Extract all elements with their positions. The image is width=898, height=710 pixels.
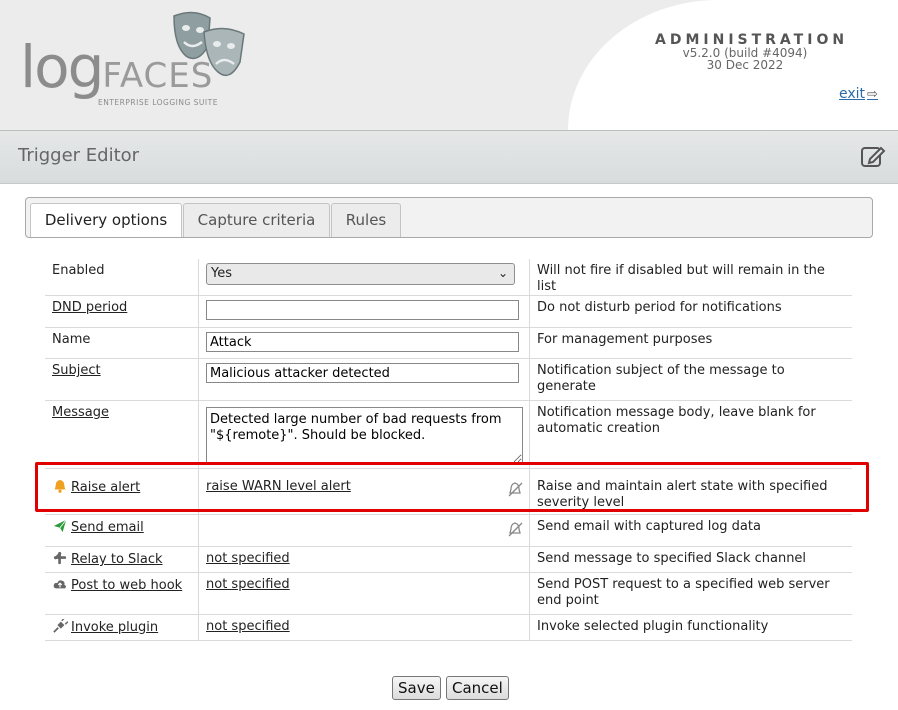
relay-slack-value-link[interactable]: not specified xyxy=(206,551,290,566)
slack-icon xyxy=(53,551,67,565)
exit-link[interactable]: exit ⇨ xyxy=(839,86,878,102)
row-invoke-plugin: Invoke plugin not specified Invoke selec… xyxy=(45,614,852,641)
dnd-period-help: Do not disturb period for notifications xyxy=(537,300,782,315)
row-message: Message Detected large number of bad req… xyxy=(45,400,852,469)
web-hook-link[interactable]: Post to web hook xyxy=(52,578,182,593)
tab-capture-criteria[interactable]: Capture criteria xyxy=(183,203,330,237)
row-relay-slack: Relay to Slack not specified Send messag… xyxy=(45,546,852,573)
message-link[interactable]: Message xyxy=(52,405,109,420)
row-send-email: Send email Send email with captured log … xyxy=(45,514,852,547)
logo-faces-text: FACES xyxy=(102,56,214,96)
row-subject: Subject Notification subject of the mess… xyxy=(45,358,852,401)
cloud-upload-icon xyxy=(53,580,66,589)
dnd-period-input[interactable] xyxy=(206,300,519,320)
raise-alert-help: Raise and maintain alert state with spec… xyxy=(537,479,828,510)
send-email-help: Send email with captured log data xyxy=(537,519,761,534)
notification-off-icon[interactable] xyxy=(507,481,523,497)
cancel-button[interactable]: Cancel xyxy=(446,676,509,700)
paper-plane-icon xyxy=(53,519,67,533)
invoke-plugin-link[interactable]: Invoke plugin xyxy=(52,619,159,635)
plug-icon xyxy=(53,619,68,633)
relay-slack-link[interactable]: Relay to Slack xyxy=(52,551,163,567)
tab-bar: Delivery options Capture criteria Rules xyxy=(25,197,873,238)
logo-log-text: log xyxy=(20,33,104,101)
chevron-down-icon: ⌄ xyxy=(497,266,508,280)
name-label: Name xyxy=(52,332,91,347)
web-hook-help: Send POST request to a specified web ser… xyxy=(537,577,830,608)
enabled-select-value: Yes xyxy=(211,266,232,281)
raise-alert-value-link[interactable]: raise WARN level alert xyxy=(206,479,351,494)
invoke-plugin-label: Invoke plugin xyxy=(71,620,159,635)
subject-link[interactable]: Subject xyxy=(52,363,101,378)
delivery-options-table: Enabled Yes ⌄ Will not fire if disabled b… xyxy=(45,259,852,641)
subject-help: Notification subject of the message to g… xyxy=(537,363,785,394)
raise-alert-link[interactable]: Raise alert xyxy=(52,479,141,495)
relay-slack-help: Send message to specified Slack channel xyxy=(537,551,807,566)
enabled-select[interactable]: Yes ⌄ xyxy=(206,263,515,285)
relay-slack-label: Relay to Slack xyxy=(71,552,163,567)
sign-out-icon: ⇨ xyxy=(867,87,878,102)
tab-rules[interactable]: Rules xyxy=(331,203,401,237)
title-bar: Trigger Editor xyxy=(0,130,898,184)
enabled-help: Will not fire if disabled but will remai… xyxy=(537,263,825,294)
date-label: 30 Dec 2022 xyxy=(706,58,784,72)
send-email-link[interactable]: Send email xyxy=(52,519,144,535)
edit-icon[interactable] xyxy=(860,143,886,169)
raise-alert-label: Raise alert xyxy=(71,480,141,495)
message-textarea[interactable]: Detected large number of bad requests fr… xyxy=(206,407,523,464)
logfaces-logo: logFACES xyxy=(20,38,213,96)
save-button[interactable]: Save xyxy=(392,676,441,700)
exit-label: exit xyxy=(839,86,866,102)
row-enabled: Enabled Yes ⌄ Will not fire if disabled b… xyxy=(45,259,852,296)
name-help: For management purposes xyxy=(537,332,713,347)
subject-input[interactable] xyxy=(206,363,519,383)
send-email-label: Send email xyxy=(71,520,144,535)
page-title: Trigger Editor xyxy=(18,145,140,166)
invoke-plugin-help: Invoke selected plugin functionality xyxy=(537,619,769,634)
tab-delivery-options[interactable]: Delivery options xyxy=(30,203,182,237)
app-header: logFACES ENTERPRISE LOGGING SUITE ADMINI… xyxy=(0,0,898,130)
bell-icon xyxy=(54,479,66,493)
web-hook-value-link[interactable]: not specified xyxy=(206,577,290,592)
row-dnd-period: DND period Do not disturb period for not… xyxy=(45,295,852,328)
invoke-plugin-value-link[interactable]: not specified xyxy=(206,619,290,634)
notification-off-icon[interactable] xyxy=(507,521,523,537)
row-web-hook: Post to web hook not specified Send POST… xyxy=(45,572,852,615)
name-input[interactable] xyxy=(206,332,519,352)
message-help: Notification message body, leave blank f… xyxy=(537,405,816,436)
web-hook-label: Post to web hook xyxy=(71,578,183,593)
enabled-label: Enabled xyxy=(52,263,105,278)
row-name: Name For management purposes xyxy=(45,327,852,359)
dnd-period-link[interactable]: DND period xyxy=(52,300,127,315)
row-raise-alert: Raise alert raise WARN level alert Raise… xyxy=(45,468,852,515)
logo-subtitle: ENTERPRISE LOGGING SUITE xyxy=(98,98,218,107)
